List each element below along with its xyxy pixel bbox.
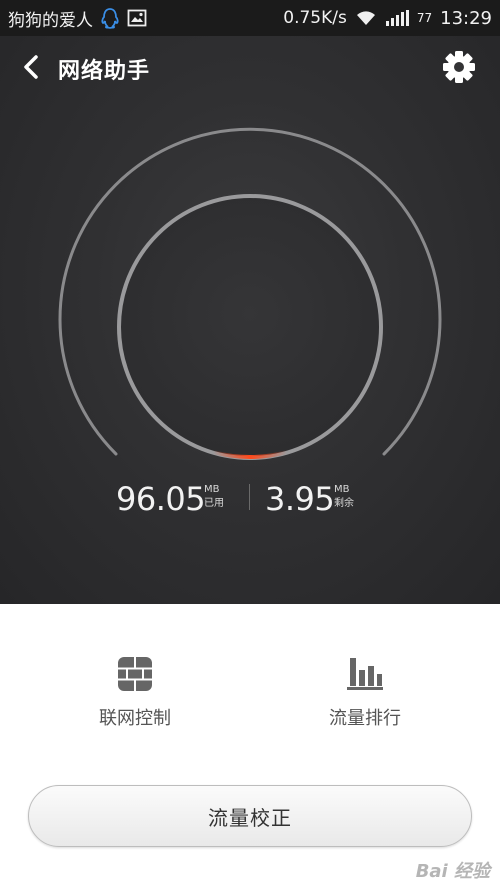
used-value: 96.05: [116, 480, 206, 518]
remaining-unit-stack: MB 剩余: [334, 483, 354, 511]
bar-chart-icon: [347, 658, 383, 690]
remaining-label: 剩余: [334, 498, 354, 509]
usage-summary: 96.05 MB 已用 3.95 MB 剩余: [0, 476, 500, 526]
watermark: Bai 经验: [415, 861, 490, 882]
used-label: 已用: [204, 498, 224, 509]
remaining-value: 3.95: [265, 480, 335, 518]
inner-gauge-ring: [117, 194, 383, 460]
firewall-icon: [118, 657, 152, 691]
network-speed: 0.75K/s: [283, 8, 347, 28]
traffic-ranking-button[interactable]: 流量排行: [295, 656, 435, 730]
remaining-unit: MB: [334, 484, 350, 495]
carrier-name: 狗狗的爱人: [8, 10, 93, 31]
traffic-panel: 网络助手 96.05 MB 已用 3.95 MB 剩余: [0, 36, 500, 604]
action-area: 联网控制 流量排行: [0, 604, 500, 774]
clock: 13:29: [440, 7, 492, 29]
status-bar: 狗狗的爱人 0.75K/s 77 13:29: [0, 0, 500, 36]
traffic-calibration-button[interactable]: 流量校正: [28, 785, 472, 847]
battery-level: 77: [416, 11, 433, 25]
usage-divider: [249, 484, 250, 510]
traffic-ranking-label: 流量排行: [329, 708, 401, 729]
qq-icon: [99, 7, 121, 29]
image-notification-icon: [127, 9, 147, 27]
used-unit-stack: MB 已用: [204, 483, 224, 511]
wifi-icon: [355, 9, 377, 27]
network-control-button[interactable]: 联网控制: [65, 656, 205, 730]
network-control-label: 联网控制: [99, 708, 171, 729]
signal-icon: [385, 10, 409, 26]
used-unit: MB: [204, 484, 220, 495]
